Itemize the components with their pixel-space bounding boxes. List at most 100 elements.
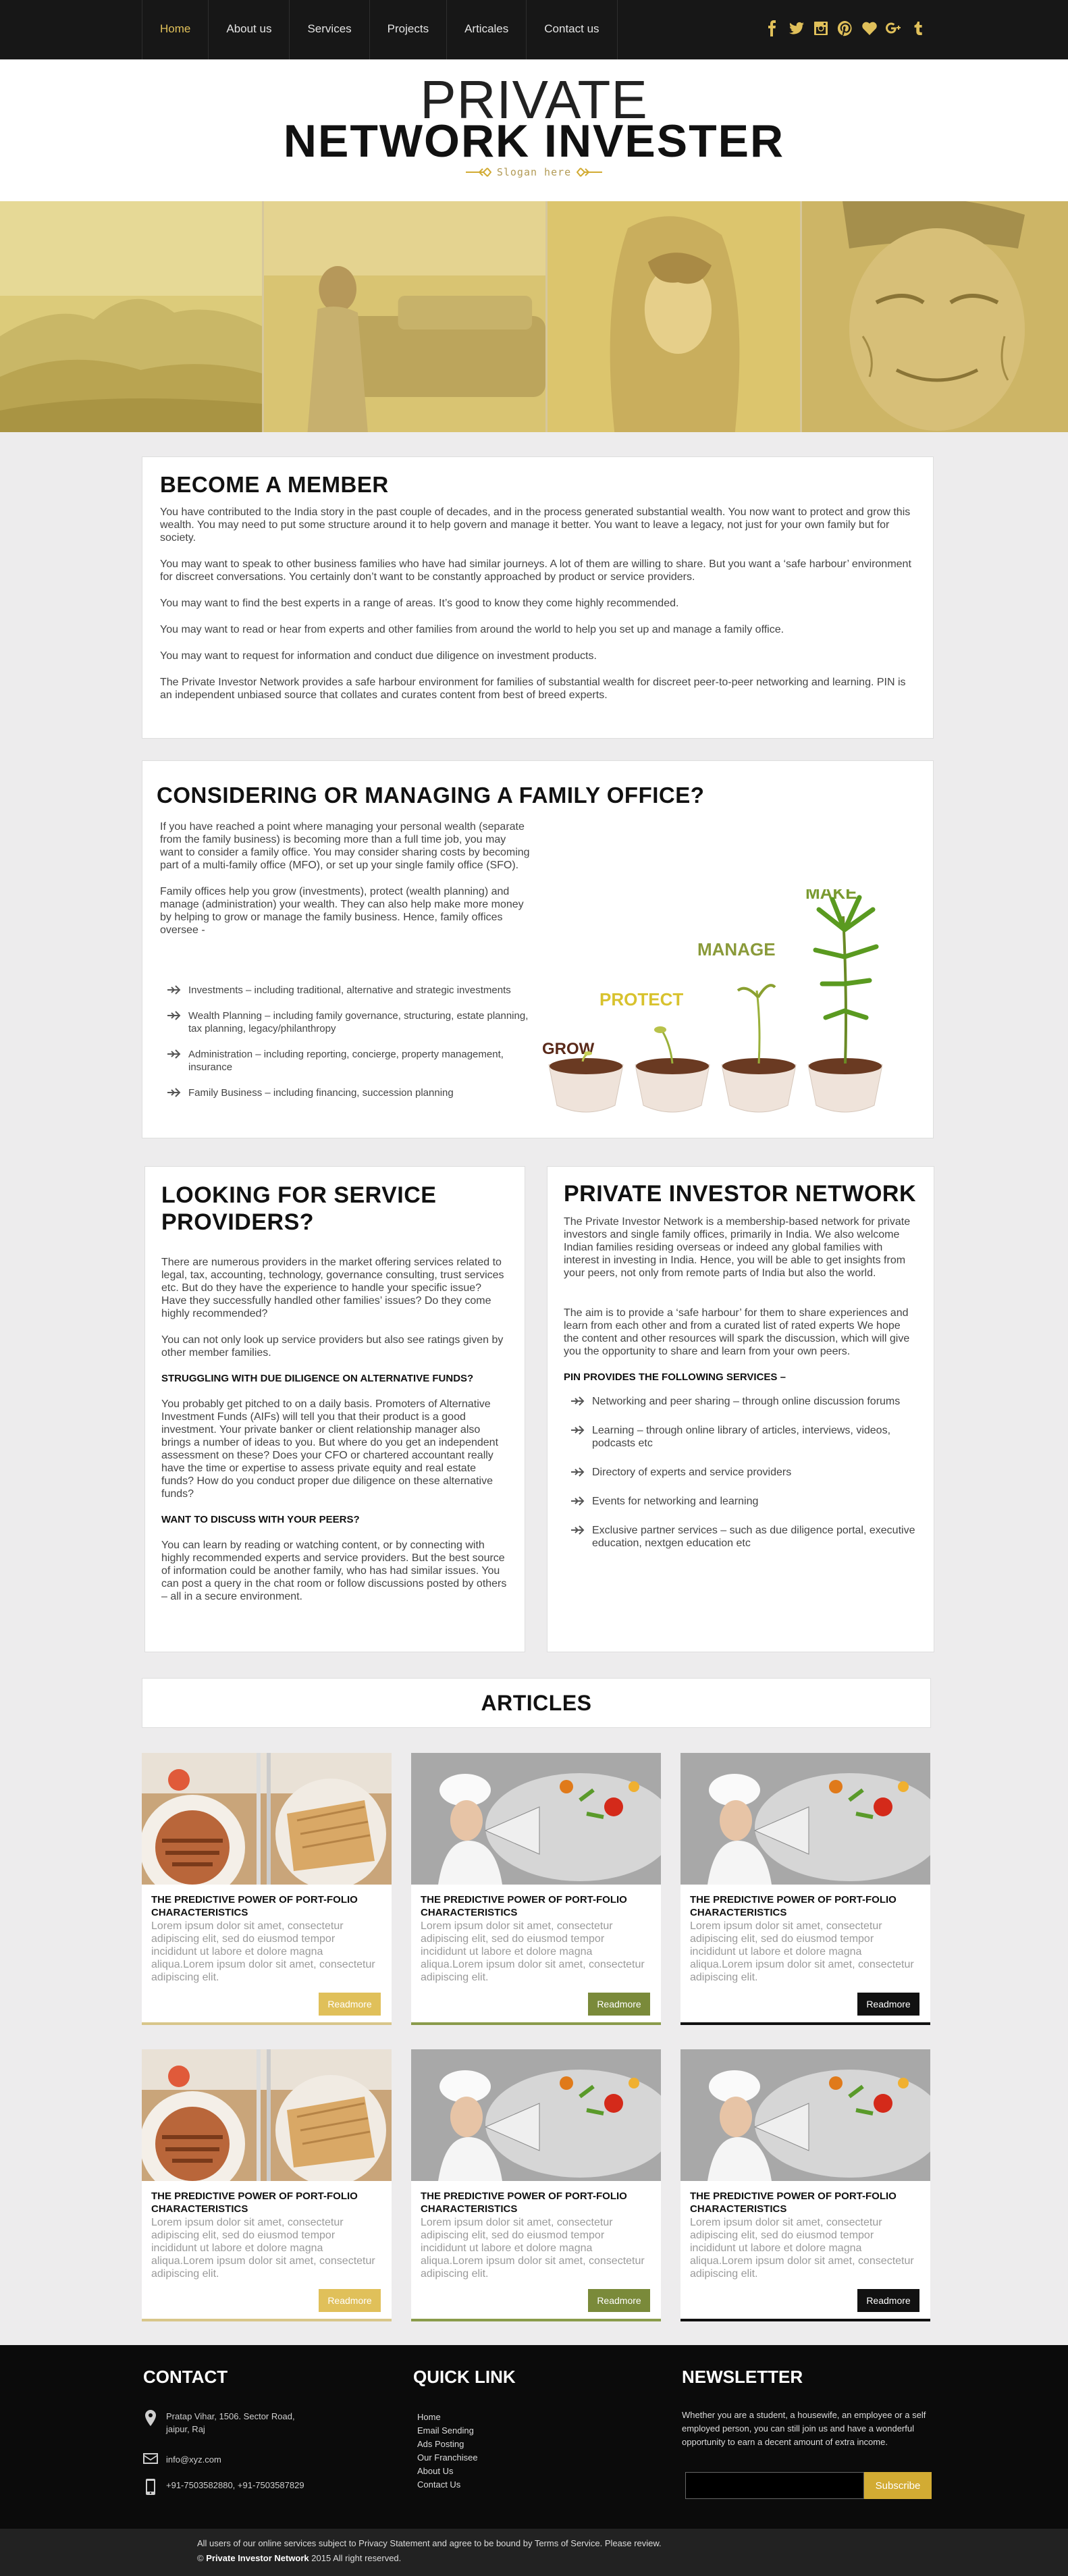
facebook-icon[interactable] [764, 19, 780, 38]
pinterest-icon[interactable] [837, 19, 853, 38]
social-links [764, 19, 926, 38]
list-item-text: Administration – including reporting, co… [188, 1049, 504, 1073]
mobile-phone-icon [143, 2479, 158, 2496]
terms-text: All users of our online services subject… [197, 2538, 662, 2548]
readmore-button[interactable]: Readmore [588, 1993, 650, 2016]
arrow-bullet-icon [167, 1009, 182, 1022]
slogan-text: Slogan here [496, 166, 572, 178]
subheading: PIN PROVIDES THE FOLLOWING SERVICES – [564, 1371, 786, 1383]
footer-link-home[interactable]: Home [417, 2411, 478, 2424]
nav-projects[interactable]: Projects [369, 0, 446, 59]
list-item: Administration – including reporting, co… [167, 1048, 531, 1074]
article-image-food[interactable] [142, 2049, 392, 2181]
copyright-symbol: © [197, 2553, 204, 2563]
service-paragraph: You can learn by reading or watching con… [161, 1540, 507, 1602]
article-card: THE PREDICTIVE POWER OF PORT-FOLIO CHARA… [411, 2049, 661, 2321]
phone-text: +91-7503582880, +91-7503587829 [166, 2480, 304, 2490]
site-footer: CONTACT Pratap Vihar, 1506. Sector Road,… [0, 2345, 1068, 2529]
readmore-button[interactable]: Readmore [857, 2289, 919, 2312]
network-paragraph: The Private Investor Network is a member… [564, 1216, 911, 1279]
site-header: PRIVATE NETWORK INVESTER Slogan here [0, 59, 1068, 201]
article-image-chef[interactable] [680, 2049, 930, 2181]
logo-text-network-invester[interactable]: NETWORK INVESTER [0, 114, 1068, 168]
twitter-icon[interactable] [789, 19, 805, 38]
subheading: STRUGGLING WITH DUE DILIGENCE ON ALTERNA… [161, 1373, 474, 1384]
article-excerpt: Lorem ipsum dolor sit amet, consectetur … [151, 1920, 375, 1983]
google-plus-icon[interactable] [886, 19, 902, 38]
service-paragraph: You probably get pitched to on a daily b… [161, 1398, 499, 1500]
quick-link-heading: QUICK LINK [413, 2367, 516, 2387]
article-excerpt: Lorem ipsum dolor sit amet, consectetur … [690, 1920, 914, 1983]
list-item-text: Investments – including traditional, alt… [188, 984, 511, 996]
top-navigation: Home About us Services Projects Articale… [0, 0, 1068, 59]
service-paragraph: There are numerous providers in the mark… [161, 1257, 504, 1319]
articles-header: ARTICLES [142, 1678, 931, 1728]
article-image-chef[interactable] [411, 1753, 661, 1885]
member-paragraph: You may want to request for information … [160, 650, 597, 662]
network-paragraph: The aim is to provide a ‘safe harbour’ f… [564, 1307, 910, 1357]
list-item: Networking and peer sharing – through on… [564, 1395, 917, 1408]
nav-home[interactable]: Home [142, 0, 208, 59]
readmore-button[interactable]: Readmore [857, 1993, 919, 2016]
pot-1-image [548, 1051, 624, 1113]
private-investor-network-section: PRIVATE INVESTOR NETWORK The Private Inv… [547, 1166, 934, 1652]
footer-link-franchisee[interactable]: Our Franchisee [417, 2451, 478, 2465]
copyright-line: © Private Investor Network 2015 All righ… [197, 2553, 401, 2563]
email-row: info@xyz.com [143, 2453, 221, 2471]
article-card: THE PREDICTIVE POWER OF PORT-FOLIO CHARA… [680, 2049, 930, 2321]
list-item: Exclusive partner services – such as due… [564, 1524, 917, 1550]
nav-menu: Home About us Services Projects Articale… [142, 0, 618, 59]
address-text: Pratap Vihar, 1506. Sector Road, jaipur,… [166, 2411, 295, 2434]
newsletter-email-input[interactable] [685, 2472, 864, 2499]
arrow-bullet-icon [570, 1495, 585, 1507]
copyright-bar: All users of our online services subject… [0, 2529, 1068, 2576]
pot-2-image [635, 1026, 710, 1113]
article-title[interactable]: THE PREDICTIVE POWER OF PORT-FOLIO CHARA… [421, 1893, 637, 1919]
subscribe-button[interactable]: Subscribe [864, 2472, 932, 2499]
contact-heading: CONTACT [143, 2367, 228, 2387]
article-excerpt: Lorem ipsum dolor sit amet, consectetur … [421, 2217, 645, 2280]
article-title[interactable]: THE PREDICTIVE POWER OF PORT-FOLIO CHARA… [421, 2190, 637, 2215]
article-title[interactable]: THE PREDICTIVE POWER OF PORT-FOLIO CHARA… [151, 2190, 367, 2215]
article-title[interactable]: THE PREDICTIVE POWER OF PORT-FOLIO CHARA… [690, 2190, 906, 2215]
footer-link-email-sending[interactable]: Email Sending [417, 2424, 478, 2438]
article-card: THE PREDICTIVE POWER OF PORT-FOLIO CHARA… [142, 2049, 392, 2321]
list-item-text: Exclusive partner services – such as due… [592, 1525, 915, 1549]
member-paragraph: You may want to find the best experts in… [160, 598, 679, 609]
nav-contact[interactable]: Contact us [526, 0, 618, 59]
article-title[interactable]: THE PREDICTIVE POWER OF PORT-FOLIO CHARA… [690, 1893, 906, 1919]
nav-services[interactable]: Services [289, 0, 369, 59]
arrow-bullet-icon [570, 1524, 585, 1536]
footer-link-ads-posting[interactable]: Ads Posting [417, 2438, 478, 2451]
slogan: Slogan here [0, 166, 1068, 178]
footer-link-contact[interactable]: Contact Us [417, 2478, 478, 2492]
banner-hooded-woman-image [548, 201, 802, 432]
nav-articles[interactable]: Articales [446, 0, 526, 59]
readmore-button[interactable]: Readmore [588, 2289, 650, 2312]
list-item-text: Events for networking and learning [592, 1496, 759, 1507]
tumblr-icon[interactable] [910, 19, 926, 38]
member-paragraph: The Private Investor Network provides a … [160, 677, 906, 701]
nav-about[interactable]: About us [208, 0, 289, 59]
list-item: Directory of experts and service provide… [564, 1466, 917, 1479]
heart-icon[interactable] [861, 19, 878, 38]
article-image-food[interactable] [142, 1753, 392, 1885]
section-title: CONSIDERING OR MANAGING A FAMILY OFFICE? [157, 783, 705, 808]
article-image-chef[interactable] [411, 2049, 661, 2181]
article-card: THE PREDICTIVE POWER OF PORT-FOLIO CHARA… [411, 1753, 661, 2025]
readmore-button[interactable]: Readmore [319, 2289, 381, 2312]
pot-4-image [807, 895, 883, 1113]
readmore-button[interactable]: Readmore [319, 1993, 381, 2016]
arrow-bullet-icon [570, 1424, 585, 1436]
email-link[interactable]: info@xyz.com [166, 2453, 221, 2466]
section-title: BECOME A MEMBER [160, 472, 389, 497]
article-excerpt: Lorem ipsum dolor sit amet, consectetur … [151, 2217, 375, 2280]
footer-link-about[interactable]: About Us [417, 2465, 478, 2478]
arrow-bullet-icon [167, 1086, 182, 1099]
instagram-icon[interactable] [813, 19, 829, 38]
arrow-bullet-icon [167, 1048, 182, 1060]
article-image-chef[interactable] [680, 1753, 930, 1885]
services-list: Networking and peer sharing – through on… [564, 1395, 917, 1550]
article-title[interactable]: THE PREDICTIVE POWER OF PORT-FOLIO CHARA… [151, 1893, 367, 1919]
stage-manage-label: MANAGE [697, 939, 776, 960]
